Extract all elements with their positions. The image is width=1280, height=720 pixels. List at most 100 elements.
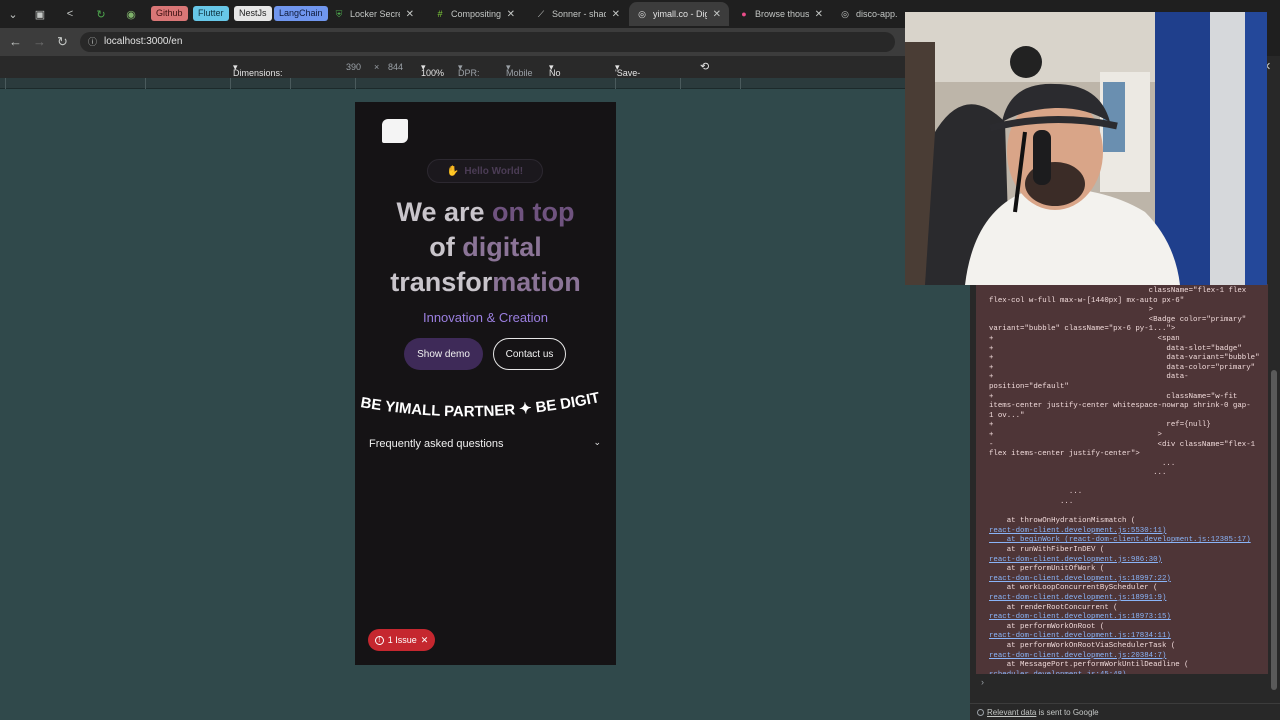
headline-part: digital [462,232,542,262]
slash-icon: ⟋ [537,9,545,19]
faq-title: Frequently asked questions [369,438,504,450]
tab-yimall[interactable]: ◎ yimall.co - Dig ✕ [629,2,729,26]
close-icon[interactable]: ✕ [421,635,429,646]
throttling-select[interactable]: No throttling ▾ [549,62,584,88]
console-line: 1 ov..." [989,411,1025,420]
console-line: position="default" [989,382,1069,391]
console-line: className="flex-1 flex [989,287,1247,295]
show-demo-button[interactable]: Show demo [404,338,483,370]
console-source-link[interactable]: react-dom-client.development.js:17834:11… [989,632,1171,640]
close-icon[interactable]: ✕ [501,9,515,20]
height-input[interactable]: 844 [388,62,403,72]
console-source-link[interactable]: react-dom-client.development.js:5530:11) [989,527,1166,535]
bookmark-langchain[interactable]: LangChain [274,6,328,21]
console-line: at runWithFiberInDEV ( [989,546,1105,555]
bookmark-github[interactable]: Github [151,6,188,21]
back-icon[interactable]: ← [9,34,22,49]
ruler-tick [145,78,146,89]
tab-search-icon[interactable]: ⌄ [4,5,22,23]
site-info-icon[interactable]: ⓘ [88,32,97,52]
headline-part: We are [396,197,493,227]
console-line: + className="w-fit [989,392,1238,401]
console-source-link[interactable]: react-dom-client.development.js:20384:7) [989,652,1166,660]
close-icon[interactable]: ✕ [809,9,823,20]
console-line: at performWorkOnRootViaSchedulerTask ( [989,641,1176,650]
headline-part: transfor [390,267,493,297]
width-input[interactable]: 390 [346,62,361,72]
console-line: <Badge color="primary" [989,315,1247,324]
headline-line-2: of digital [355,230,616,265]
console-line: ... [989,488,1083,497]
headline-part: mation [492,267,581,297]
address-bar-row: ← → ↻ ⓘ localhost:3000/en [0,28,905,56]
info-icon [977,709,984,716]
console-line: - <div className="flex-1 [989,440,1256,449]
waving-hand-icon: ✋ [446,165,460,177]
mobile-select[interactable]: Mobile ▾ [506,62,533,78]
svg-text:BE YIMALL PARTNER ✦ BE DIGIT: BE YIMALL PARTNER ✦ BE DIGIT [359,389,601,420]
media-query-ruler [0,78,905,89]
console-line: at performUnitOfWork ( [989,565,1105,574]
console-source-link[interactable]: scheduler.development.js:45:48) [989,671,1127,674]
dribbble-icon: ● [741,9,747,19]
console-prompt-icon[interactable]: › [981,677,984,687]
console-line: at throwOnHydrationMismatch ( [989,517,1136,526]
tab-compositing[interactable]: # Compositing ✕ [427,2,523,26]
console-line: ... [989,498,1074,507]
console-line: + data-variant="bubble" [989,354,1260,363]
bookmark-nestjs[interactable]: NestJs [234,6,272,21]
console-source-link[interactable]: react-dom-client.development.js:986:30) [989,556,1162,564]
console-line: at renderRootConcurrent ( [989,603,1118,612]
marquee-text: BE YIMALL PARTNER ✦ BE DIGIT [359,389,601,420]
bookmark-flutter[interactable]: Flutter [193,6,229,21]
close-icon[interactable]: ✕ [707,9,721,20]
issue-badge[interactable]: ! 1 Issue ✕ [368,629,435,651]
save-data-select[interactable]: 'Save-Data': default ▾ [615,62,642,98]
pinned-tab-icon[interactable]: ▣ [31,5,49,23]
ruler-tick [290,78,291,89]
tab-locker-secrets[interactable]: ⛨ Locker Secrets ✕ [326,2,422,26]
chrome-bookmark-icon[interactable]: ◉ [122,5,140,23]
console-source-link[interactable]: at beginWork (react-dom-client.developme… [989,536,1251,544]
console-line: + data-slot="badge" [989,344,1242,353]
url-field[interactable]: ⓘ localhost:3000/en [80,32,895,52]
hero-headline: We are on top of digital transformation [355,195,616,300]
reload-icon[interactable]: ↻ [57,34,68,50]
hello-badge: ✋ Hello World! [427,159,543,183]
globe-icon: ◎ [638,9,646,19]
tab-disco[interactable]: ◎ disco-app.dra [832,2,905,26]
console-line: flex items-center justify-center"> [989,450,1140,459]
contact-us-button[interactable]: Contact us [493,338,566,370]
times-sign: × [374,62,380,72]
tab-sonner[interactable]: ⟋ Sonner - shadc ✕ [528,2,628,26]
dpr-select[interactable]: DPR: 3.0 ▾ [458,62,480,88]
console-source-link[interactable]: react-dom-client.development.js:18991:9) [989,594,1166,602]
console-source-link[interactable]: react-dom-client.development.js:18973:15… [989,613,1171,621]
relevant-data-text: is sent to Google [1036,708,1099,717]
console-line: at workLoopConcurrentByScheduler ( [989,584,1158,593]
console-text: className="flex-1 flex flex-col w-full m… [976,284,1268,674]
console-source-link[interactable]: react-dom-client.development.js:18997:22… [989,575,1171,583]
rotate-icon[interactable]: ⟲ [700,60,709,73]
close-icon[interactable]: ✕ [606,9,620,20]
webcam-overlay [905,12,1267,285]
zoom-select[interactable]: 100% ▾ [421,62,444,78]
site-logo[interactable] [382,119,408,143]
forward-icon[interactable]: → [33,34,46,49]
dimensions-select[interactable]: Dimensions: iPhone 12 Pro ▾ [233,62,283,98]
back-arrow-bookmark-icon[interactable]: < [61,5,79,23]
tab-browse[interactable]: ● Browse thousa ✕ [731,2,831,26]
ruler-tick [680,78,681,89]
ruler-tick [5,78,6,89]
webcam-video [905,12,1267,285]
chevron-down-icon[interactable]: ⌄ [593,437,601,448]
console-line: + <span [989,334,1180,343]
console-scrollbar[interactable] [1271,370,1277,690]
shield-icon: ⛨ [335,9,343,19]
close-icon[interactable]: ✕ [400,9,414,20]
headline-part: of [429,232,463,262]
faq-accordion[interactable]: Frequently asked questions ⌄ [369,437,601,454]
relevant-data-link[interactable]: Relevant data [987,708,1036,717]
console-line: items-center justify-center whitespace-n… [989,402,1251,411]
reload-bookmark-icon[interactable]: ↻ [92,5,110,23]
